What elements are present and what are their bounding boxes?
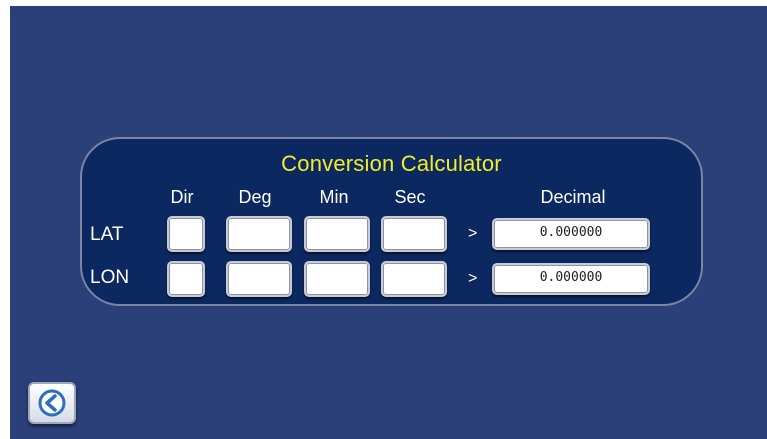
lat-deg-input[interactable] bbox=[226, 216, 292, 252]
lon-dir-input[interactable] bbox=[167, 261, 205, 297]
lon-label: LON bbox=[90, 267, 130, 288]
calculator-title: Conversion Calculator bbox=[281, 151, 502, 176]
lon-decimal-output: 0.000000 bbox=[492, 263, 650, 295]
lon-min-input[interactable] bbox=[304, 261, 370, 297]
back-button[interactable] bbox=[28, 382, 76, 424]
lat-convert-arrow: > bbox=[468, 225, 478, 242]
conversion-calculator-panel: Conversion Calculator Dir Deg Min Sec De… bbox=[80, 137, 703, 306]
lat-dir-input[interactable] bbox=[167, 216, 205, 252]
lat-sec-input[interactable] bbox=[381, 216, 447, 252]
screen-background: Conversion Calculator Dir Deg Min Sec De… bbox=[10, 6, 767, 439]
decimal-header: Decimal bbox=[540, 187, 606, 207]
min-header: Min bbox=[319, 187, 349, 207]
back-arrow-icon bbox=[38, 389, 66, 417]
dir-header: Dir bbox=[170, 187, 194, 207]
lat-decimal-output: 0.000000 bbox=[492, 218, 650, 250]
lon-convert-arrow: > bbox=[468, 270, 478, 287]
sec-header: Sec bbox=[394, 187, 426, 207]
lon-sec-input[interactable] bbox=[381, 261, 447, 297]
lat-label: LAT bbox=[90, 224, 124, 245]
lon-deg-input[interactable] bbox=[226, 261, 292, 297]
lat-min-input[interactable] bbox=[304, 216, 370, 252]
deg-header: Deg bbox=[238, 187, 272, 207]
